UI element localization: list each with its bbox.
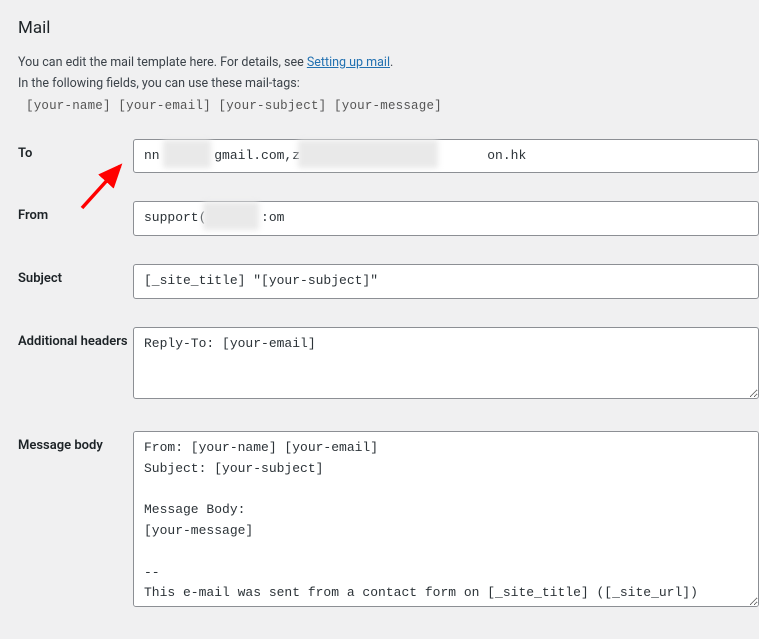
section-title: Mail <box>18 18 759 38</box>
to-input[interactable] <box>133 139 759 174</box>
label-additional-headers: Additional headers <box>18 327 133 351</box>
row-to: To <box>18 139 759 174</box>
row-additional-headers: Additional headers <box>18 327 759 403</box>
redaction-blur <box>298 140 438 168</box>
label-to: To <box>18 139 133 163</box>
subject-input[interactable] <box>133 264 759 299</box>
row-subject: Subject <box>18 264 759 299</box>
row-from: From <box>18 201 759 236</box>
row-message-body: Message body <box>18 431 759 611</box>
intro-line-2: In the following fields, you can use the… <box>18 73 759 94</box>
label-from: From <box>18 201 133 225</box>
additional-headers-textarea[interactable] <box>133 327 759 399</box>
message-body-textarea[interactable] <box>133 431 759 607</box>
redaction-blur <box>203 202 259 230</box>
label-message-body: Message body <box>18 431 133 455</box>
intro-line-1: You can edit the mail template here. For… <box>18 52 759 73</box>
intro-text-before: You can edit the mail template here. For… <box>18 55 307 70</box>
redaction-blur <box>163 140 211 168</box>
mail-tags-list: [your-name] [your-email] [your-subject] … <box>26 99 759 113</box>
intro-text-after: . <box>390 55 393 70</box>
label-subject: Subject <box>18 264 133 288</box>
setting-up-mail-link[interactable]: Setting up mail <box>307 55 390 70</box>
